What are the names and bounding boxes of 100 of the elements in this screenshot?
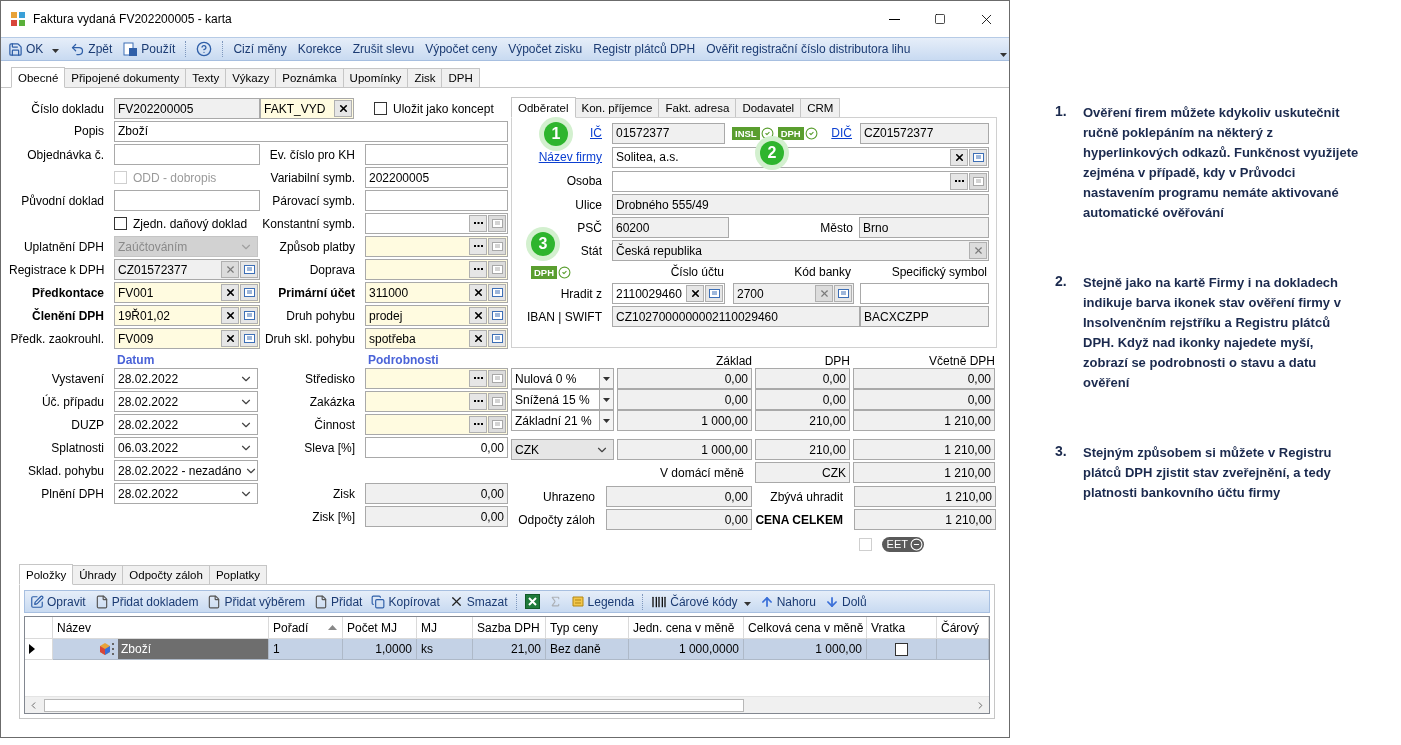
tab[interactable]: Odběratel — [511, 97, 576, 118]
text-field[interactable]: 202200005 — [365, 167, 508, 188]
export-button[interactable] — [523, 591, 541, 612]
toolbar-button[interactable]: Zrušit slevu — [351, 39, 416, 59]
more-button[interactable] — [469, 370, 487, 387]
column-header[interactable]: Název — [53, 617, 269, 639]
readonly-field[interactable]: 0,00 — [755, 368, 850, 389]
column-header[interactable]: Jedn. cena v měně — [629, 617, 744, 639]
readonly-field[interactable]: BACXCZPP — [860, 306, 989, 327]
picker-field[interactable] — [365, 259, 508, 280]
readonly-field[interactable]: CZ01572377 — [860, 122, 989, 144]
clear-button[interactable] — [469, 284, 487, 301]
tab[interactable]: Zisk — [407, 68, 443, 87]
checkbox[interactable] — [895, 642, 908, 656]
toolbar-button[interactable]: Registr plátců DPH — [592, 39, 697, 59]
clear-button[interactable] — [221, 330, 239, 347]
tab[interactable]: Poplatky — [208, 565, 267, 584]
checkbox[interactable]: Zjedn. daňový doklad — [114, 216, 260, 231]
browse-button[interactable] — [240, 284, 258, 301]
readonly-field[interactable]: 1 000,00 — [617, 439, 752, 460]
browse-button[interactable] — [240, 307, 258, 324]
horizontal-scrollbar[interactable] — [25, 696, 989, 713]
toolbar-button[interactable]: Legenda — [569, 591, 636, 612]
column-header[interactable]: Vratka — [867, 617, 937, 639]
clear-button[interactable] — [469, 307, 487, 324]
combo-box[interactable]: Základní 21 % — [511, 410, 614, 431]
date-field[interactable]: 28.02.2022 — [114, 391, 258, 412]
readonly-field[interactable]: CZ1027000000002110029460 — [612, 306, 860, 327]
more-button[interactable] — [950, 172, 968, 190]
tab[interactable]: Texty — [185, 68, 227, 87]
picker-field[interactable] — [365, 368, 508, 389]
column-header[interactable]: Pořadí — [269, 617, 343, 639]
readonly-field[interactable]: 01572377 — [612, 122, 725, 144]
readonly-field[interactable]: 0,00 — [755, 389, 850, 410]
readonly-field[interactable]: 1 210,00 — [853, 410, 995, 431]
lookup-field[interactable]: spotřeba — [365, 328, 508, 349]
lookup-field[interactable]: FV009 — [114, 328, 260, 349]
more-button[interactable] — [469, 416, 487, 433]
date-field[interactable]: 28.02.2022 — [114, 368, 258, 389]
link[interactable]: IČ — [590, 126, 602, 140]
toolbar-button[interactable]: Dolů — [824, 591, 868, 612]
readonly-field[interactable]: 210,00 — [755, 439, 850, 460]
toolbar-button[interactable]: Zpět — [69, 39, 114, 59]
picker-field[interactable] — [365, 391, 508, 412]
readonly-field[interactable]: 0,00 — [617, 368, 752, 389]
tab[interactable]: Úhrady — [72, 565, 124, 584]
link[interactable]: DIČ — [831, 126, 852, 140]
date-field[interactable]: 28.02.2022 — [114, 414, 258, 435]
combo-box[interactable]: Snížená 15 % — [511, 389, 614, 410]
series-field[interactable]: FAKT_VYD — [260, 98, 354, 119]
readonly-field[interactable]: 0,00 — [617, 389, 752, 410]
toolbar-button[interactable]: Cizí měny — [232, 39, 288, 59]
lookup-field[interactable]: Česká republika — [612, 240, 989, 261]
readonly-field[interactable]: 60200 — [612, 217, 729, 238]
tab[interactable]: Položky — [19, 564, 74, 585]
toolbar-button[interactable]: Opravit — [29, 591, 87, 612]
link[interactable]: Název firmy — [538, 150, 602, 164]
more-button[interactable] — [469, 215, 487, 232]
tab[interactable]: Odpočty záloh — [122, 565, 210, 584]
readonly-field[interactable]: CZK — [755, 462, 850, 483]
column-header[interactable]: MJ — [417, 617, 473, 639]
column-header[interactable]: Počet MJ — [343, 617, 417, 639]
readonly-field[interactable]: Brno — [859, 217, 989, 238]
tab[interactable]: CRM — [800, 98, 841, 117]
column-header[interactable]: Čárový — [937, 617, 989, 639]
column-header[interactable]: Typ ceny — [546, 617, 629, 639]
dropdown-button[interactable] — [599, 369, 613, 388]
picker-field[interactable] — [365, 414, 508, 435]
more-button[interactable] — [469, 393, 487, 410]
lookup-field[interactable]: 19Ř01,02 — [114, 305, 260, 326]
eet-toggle[interactable]: EET — [881, 536, 924, 552]
tab[interactable]: Upomínky — [342, 68, 409, 87]
date-field[interactable]: 06.03.2022 — [114, 437, 258, 458]
lookup-field[interactable]: 2110029460 — [612, 283, 725, 304]
toolbar-button[interactable]: Přidat výběrem — [206, 591, 307, 612]
browse-button[interactable] — [488, 330, 506, 347]
checkbox[interactable]: Uložit jako koncept — [374, 101, 508, 116]
more-button[interactable] — [469, 238, 487, 255]
browse-button[interactable] — [240, 261, 258, 278]
toolbar-button[interactable]: Smazat — [447, 591, 509, 612]
picker-field[interactable] — [365, 213, 508, 234]
browse-button[interactable] — [705, 285, 723, 302]
help-button[interactable] — [195, 39, 214, 59]
readonly-field[interactable]: 210,00 — [755, 410, 850, 431]
tab[interactable]: DPH — [441, 68, 480, 87]
clear-button[interactable] — [686, 285, 704, 302]
toolbar-button[interactable]: Kopírovat — [370, 591, 441, 612]
readonly-field[interactable]: Drobného 555/49 — [612, 194, 989, 215]
readonly-field[interactable]: 1 000,00 — [617, 410, 752, 431]
toolbar-button[interactable]: Ověřit registrační číslo distributora lihu — [705, 39, 912, 59]
date-field[interactable]: 28.02.2022 - nezadáno — [114, 460, 258, 481]
toolbar-button[interactable]: OK — [7, 39, 61, 59]
readonly-field[interactable]: 0,00 — [606, 486, 752, 507]
tab[interactable]: Dodavatel — [735, 98, 802, 117]
clear-button[interactable] — [950, 148, 968, 166]
lookup-field[interactable]: prodej — [365, 305, 508, 326]
dropdown-button[interactable] — [599, 411, 613, 430]
toolbar-button[interactable]: Výpočet zisku — [507, 39, 584, 59]
number-field[interactable]: 0,00 — [365, 437, 508, 458]
readonly-field[interactable]: 1 210,00 — [854, 486, 996, 507]
